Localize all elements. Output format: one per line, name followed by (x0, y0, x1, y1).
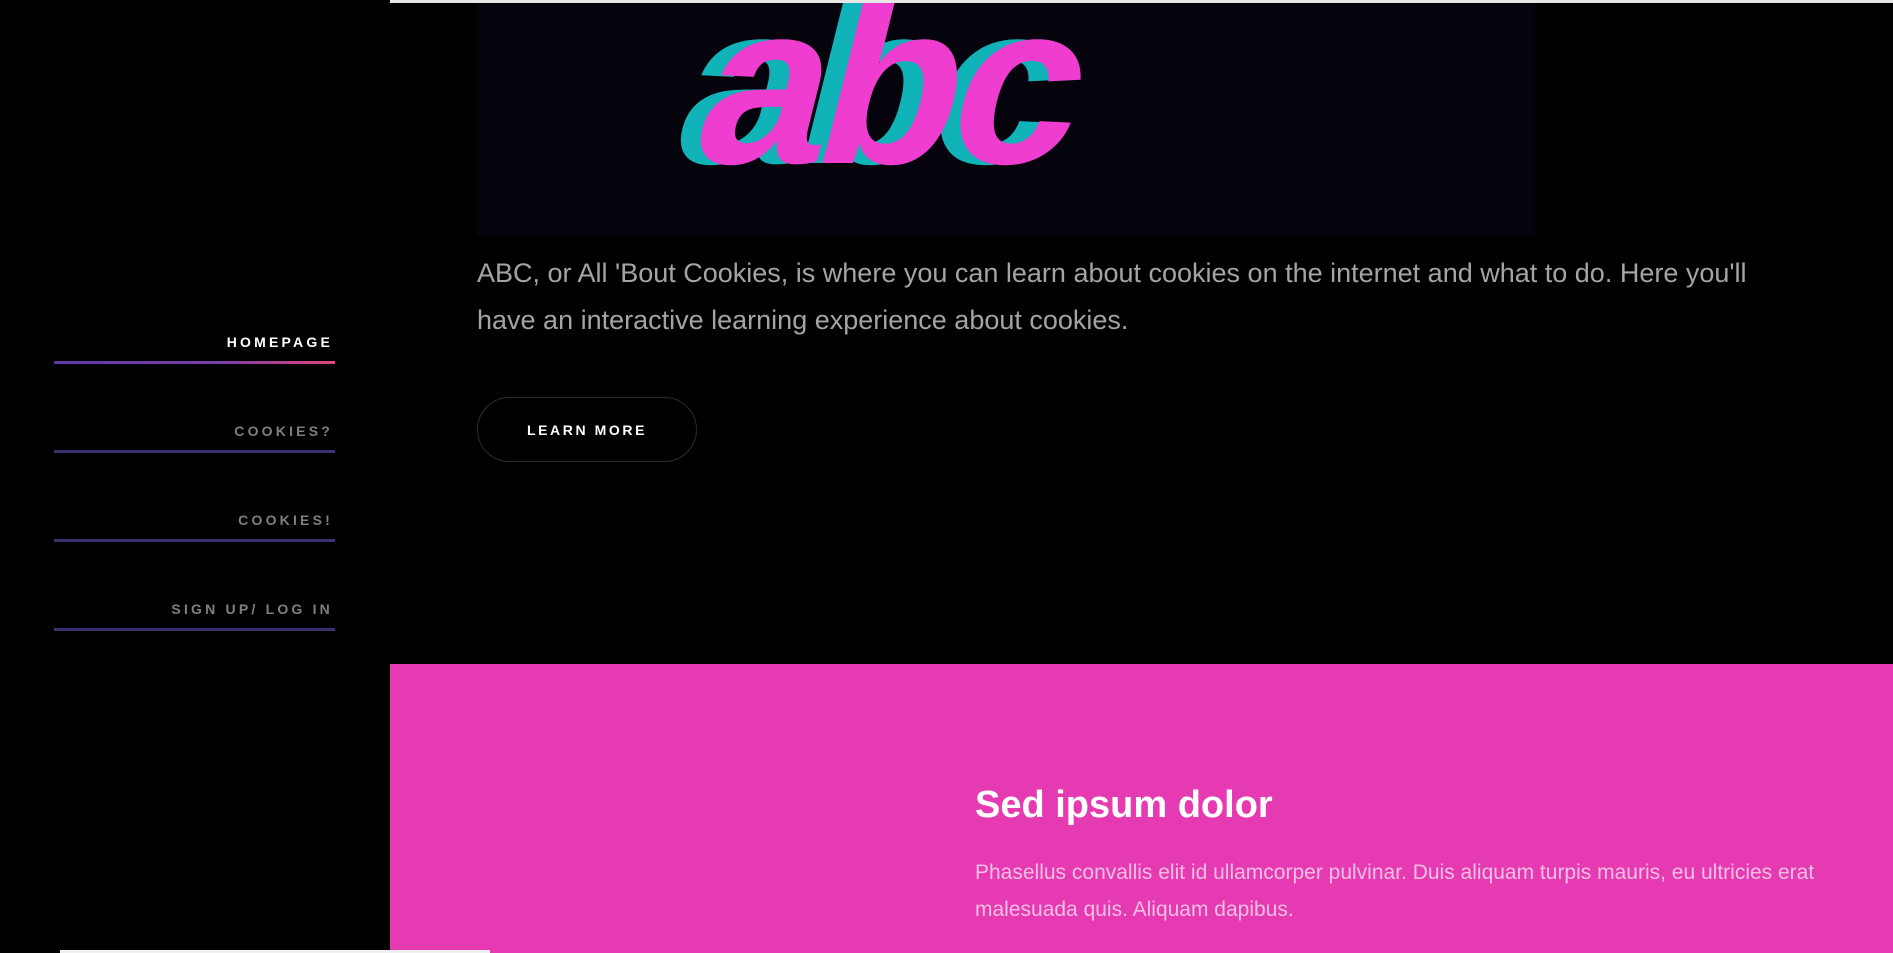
nav-item-label: HOMEPAGE (226, 334, 333, 350)
nav-item-homepage[interactable]: HOMEPAGE (54, 334, 335, 364)
logo-text: abc (675, 3, 1113, 212)
hero-description: ABC, or All 'Bout Cookies, is where you … (477, 258, 1747, 335)
feature-section: Sed ipsum dolor Phasellus convallis elit… (390, 664, 1893, 953)
nav-item-cookies-exclaim[interactable]: COOKIES! (54, 512, 335, 542)
nav-item-cookies-question[interactable]: COOKIES? (54, 423, 335, 453)
nav-item-label: SIGN UP/ LOG IN (171, 601, 333, 617)
nav-item-signup-login[interactable]: SIGN UP/ LOG IN (54, 601, 335, 631)
nav-underline (54, 361, 335, 364)
abc-logo: abc abc (655, 3, 1113, 212)
nav-underline (54, 450, 335, 453)
feature-title: Sed ipsum dolor (975, 784, 1273, 826)
learn-more-button[interactable]: LEARN MORE (477, 397, 697, 462)
hero-logo-image: abc abc (477, 3, 1535, 235)
feature-body: Phasellus convallis elit id ullamcorper … (975, 861, 1815, 921)
nav-underline (54, 539, 335, 542)
page: HOMEPAGE COOKIES? COOKIES! SIGN UP/ LOG … (0, 0, 1893, 953)
nav-item-label: COOKIES? (234, 423, 333, 439)
nav-underline (54, 628, 335, 631)
sidebar-nav: HOMEPAGE COOKIES? COOKIES! SIGN UP/ LOG … (0, 0, 390, 953)
nav-item-label: COOKIES! (238, 512, 333, 528)
